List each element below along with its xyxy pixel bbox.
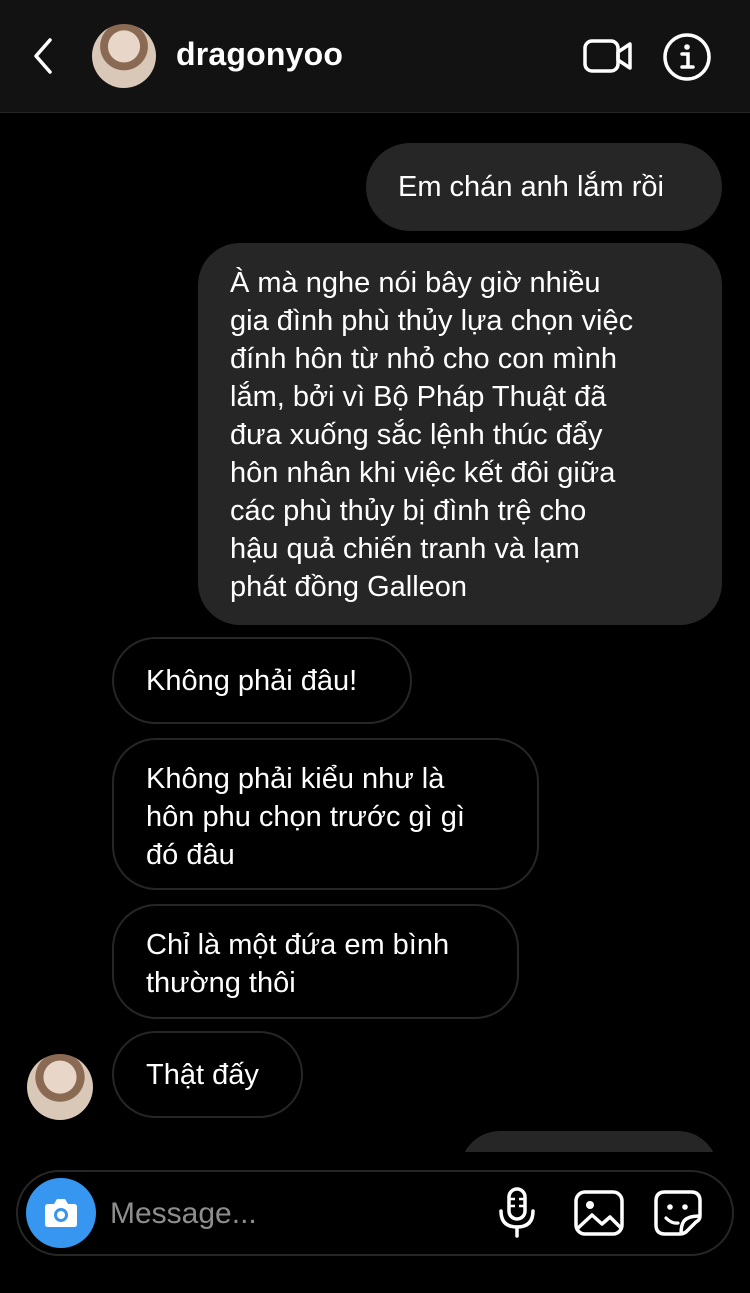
sticker-button[interactable] — [652, 1188, 704, 1238]
message-text: các phù thủy bị đình trệ cho — [230, 495, 587, 527]
info-icon — [663, 33, 711, 81]
message-text: Chỉ là một đứa em bình — [146, 929, 450, 961]
message-text: hôn phu chọn trước gì gì — [146, 801, 465, 833]
message-text: đưa xuống sắc lệnh thúc đẩy — [230, 419, 603, 451]
message-text: hậu quả chiến tranh và lạm — [230, 533, 580, 565]
voice-message-button[interactable] — [494, 1186, 540, 1240]
video-call-button[interactable] — [582, 34, 634, 78]
message-bubble-incoming[interactable]: Không phải đâu! — [112, 637, 412, 724]
message-text: lắm, bởi vì Bộ Pháp Thuật đã — [230, 381, 607, 413]
chevron-left-icon — [34, 38, 52, 74]
gallery-button[interactable] — [572, 1188, 626, 1238]
message-bubble-incoming[interactable]: Thật đấy — [112, 1031, 303, 1118]
message-text: Không phải đâu! — [146, 665, 358, 697]
message-text: Không phải kiểu như là — [146, 763, 445, 795]
video-camera-icon — [583, 39, 632, 73]
message-bubble-outgoing[interactable]: Em chán anh lắm rồi — [366, 143, 722, 231]
avatar[interactable] — [92, 24, 156, 88]
message-bubble-incoming[interactable]: Không phải kiểu như là hôn phu chọn trướ… — [112, 738, 539, 890]
message-bubble-incoming[interactable]: Chỉ là một đứa em bình thường thôi — [112, 904, 519, 1019]
message-text: phát đồng Galleon — [230, 571, 468, 603]
chat-header: dragonyoo — [0, 0, 750, 113]
chat-username[interactable]: dragonyoo — [176, 36, 343, 73]
back-button[interactable] — [30, 36, 60, 76]
message-bubble-outgoing[interactable]: À mà nghe nói bây giờ nhiều gia đình phù… — [198, 243, 722, 625]
message-text: đó đâu — [146, 839, 235, 871]
sender-avatar[interactable] — [27, 1054, 93, 1120]
message-input[interactable] — [108, 1193, 472, 1235]
image-icon — [574, 1190, 624, 1236]
message-text: À mà nghe nói bây giờ nhiều — [230, 267, 601, 299]
message-text: Em chán anh lắm rồi — [398, 171, 664, 203]
microphone-icon — [499, 1187, 535, 1238]
info-button[interactable] — [662, 32, 712, 82]
message-text: gia đình phù thủy lựa chọn việc — [230, 305, 634, 337]
sticker-icon — [654, 1190, 702, 1236]
message-text: đính hôn từ nhỏ cho con mình — [230, 343, 618, 375]
message-text: thường thôi — [146, 967, 296, 999]
message-text: Thật đấy — [146, 1059, 259, 1091]
camera-icon — [45, 1199, 77, 1227]
message-text: hôn nhân khi việc kết đôi giữa — [230, 457, 616, 489]
camera-button[interactable] — [26, 1178, 96, 1248]
